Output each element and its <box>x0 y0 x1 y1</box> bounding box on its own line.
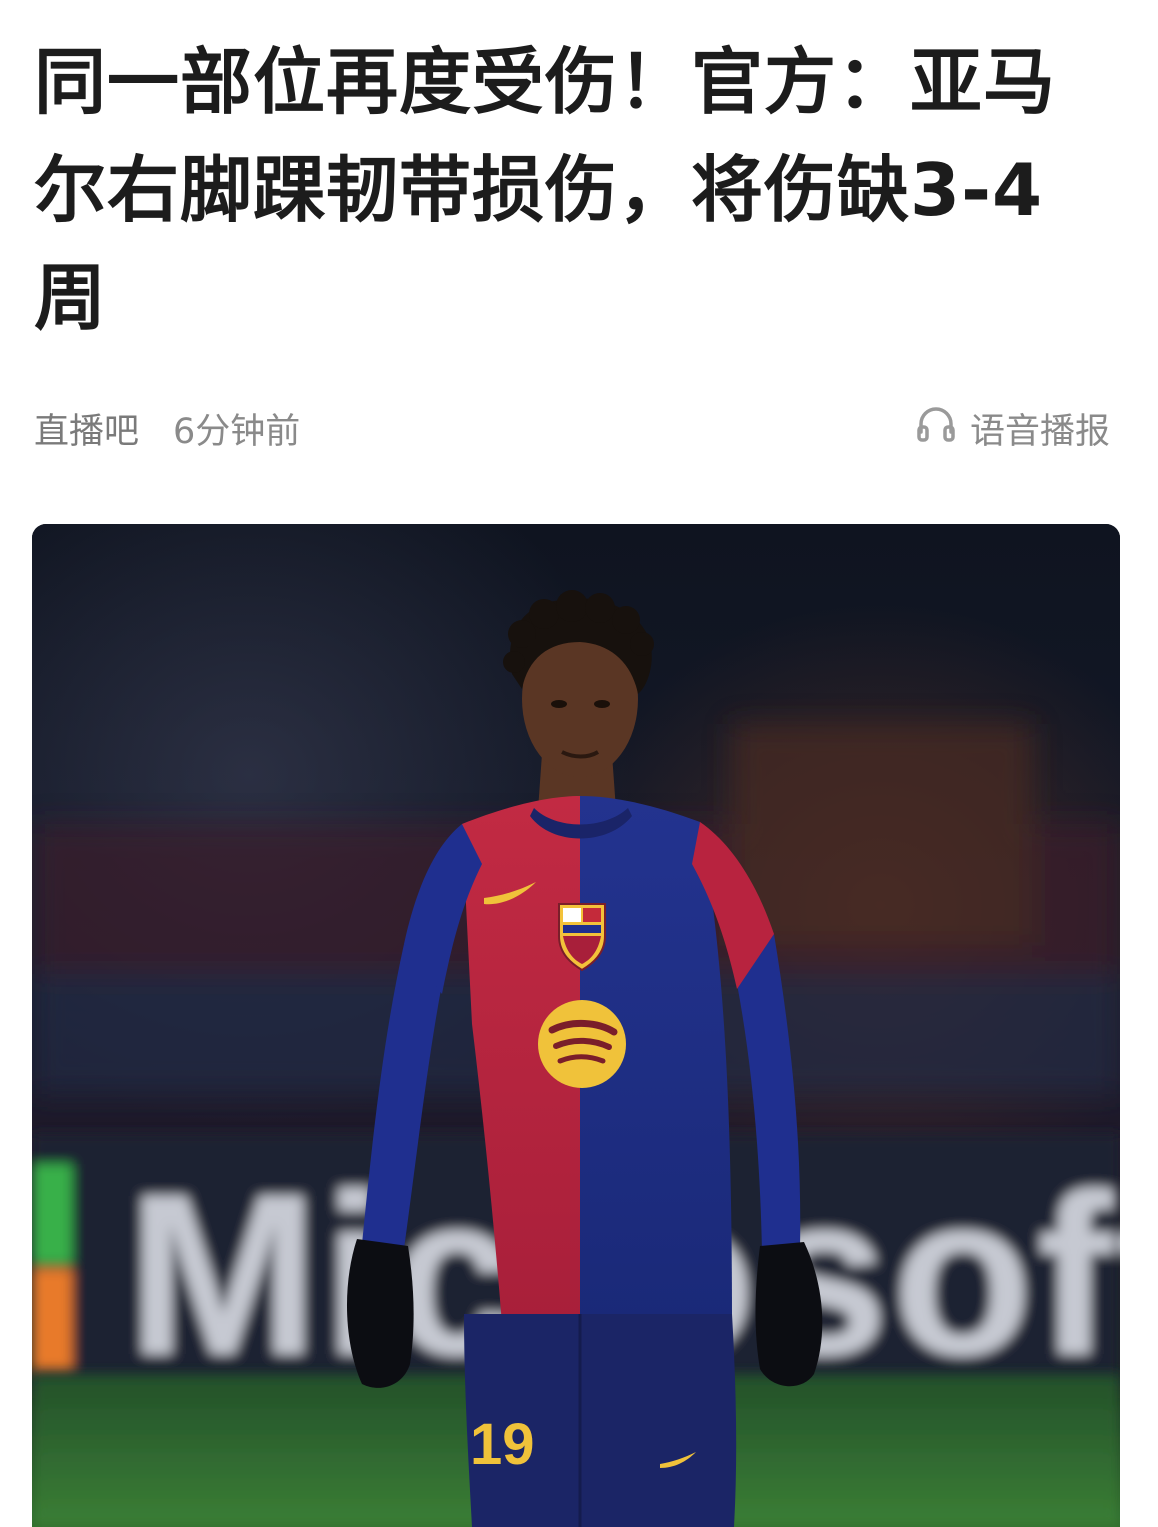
headphones-icon <box>914 402 970 455</box>
sponsor-logo-icon <box>538 1000 626 1088</box>
article-source[interactable]: 直播吧 <box>34 403 139 454</box>
article-page: 同一部位再度受伤！官方：亚马尔右脚踝韧带损伤，将伤缺3-4周 直播吧 6分钟前 … <box>0 0 1158 1527</box>
article-meta-row: 直播吧 6分钟前 语音播报 <box>34 398 1110 458</box>
audio-play-button[interactable]: 语音播报 <box>914 402 1110 455</box>
audio-play-label: 语音播报 <box>969 411 1110 452</box>
shirt-number: 19 <box>470 1412 535 1477</box>
article-headline: 同一部位再度受伤！官方：亚马尔右脚踝韧带损伤，将伤缺3-4周 <box>34 40 1057 340</box>
article-meta-info: 直播吧 6分钟前 <box>34 403 300 454</box>
article-hero-image[interactable]: Microsoft <box>32 524 1120 1527</box>
article-timestamp: 6分钟前 <box>173 411 301 452</box>
